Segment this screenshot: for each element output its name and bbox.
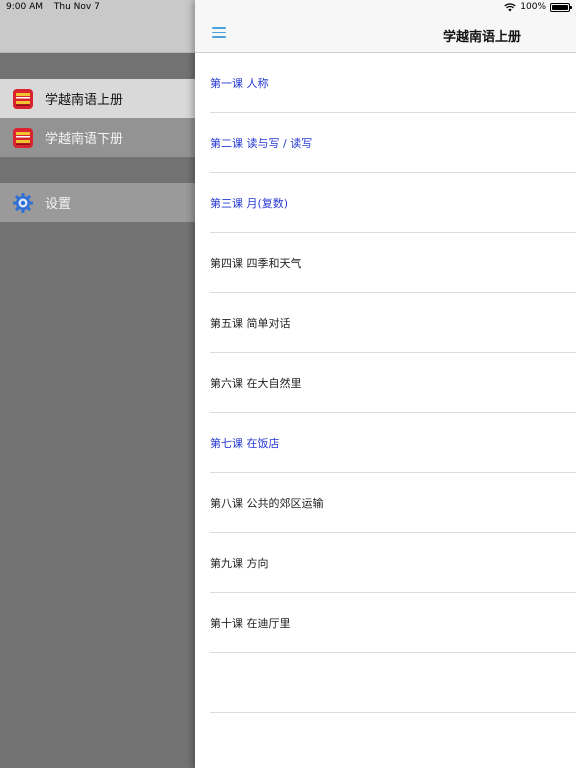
lesson-item-4[interactable]: 第四课 四季和天气 [210,233,576,293]
page-title: 学越南语上册 [442,30,521,45]
battery-icon [550,2,572,12]
lesson-item-10[interactable]: 第十课 在迪厅里 [210,593,576,653]
status-left: 9:00 AM Thu Nov 7 [6,2,108,12]
lesson-item-5[interactable]: 第五课 简单对话 [210,293,576,353]
status-time: 9:00 AM [6,2,43,12]
sidebar-item-settings[interactable]: 设置 [0,183,195,222]
sidebar-item-book-2[interactable]: 学越南语下册 [0,118,195,157]
sidebar-item-label: 设置 [45,197,72,212]
empty-row [210,653,576,713]
sidebar-item-book-1[interactable]: 学越南语上册 [0,79,195,118]
gear-icon [13,192,33,213]
battery-percent: 100% [520,2,546,12]
wifi-icon [504,2,516,11]
main-panel: 学越南语上册 第一课 人称 第二课 读与写 / 读写 第三课 月(复数) 第四课… [195,0,576,768]
lesson-item-3[interactable]: 第三课 月(复数) [210,173,576,233]
status-date: Thu Nov 7 [53,2,100,12]
lesson-item-9[interactable]: 第九课 方向 [210,533,576,593]
lesson-item-8[interactable]: 第八课 公共的郊区运输 [210,473,576,533]
lesson-item-7[interactable]: 第七课 在饭店 [210,413,576,473]
lesson-list: 第一课 人称 第二课 读与写 / 读写 第三课 月(复数) 第四课 四季和天气 … [195,53,576,713]
lesson-item-2[interactable]: 第二课 读与写 / 读写 [210,113,576,173]
sidebar: 学越南语上册 学越南语下册 设置 [0,0,195,768]
status-bar: 9:00 AM Thu Nov 7 100% [0,0,576,16]
hamburger-menu-icon[interactable] [212,27,226,39]
sidebar-item-label: 学越南语下册 [45,132,124,147]
status-right: 100% [504,2,572,12]
lesson-item-6[interactable]: 第六课 在大自然里 [210,353,576,413]
lesson-item-1[interactable]: 第一课 人称 [210,53,576,113]
book-icon [13,88,33,109]
book-icon [13,127,33,148]
sidebar-item-label: 学越南语上册 [45,93,124,108]
